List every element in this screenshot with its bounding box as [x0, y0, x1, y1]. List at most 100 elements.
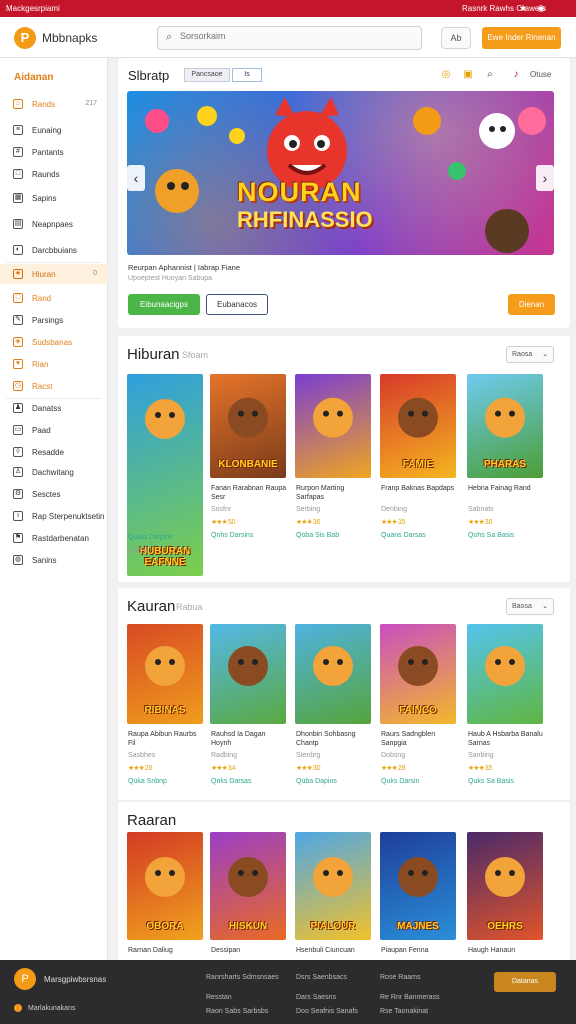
search-icon[interactable]: ⌕	[484, 69, 496, 81]
sidebar-item[interactable]: ▤ Neapnpaes	[0, 214, 108, 234]
footer-link[interactable]: Dars Saesns	[296, 994, 336, 1001]
orange-button[interactable]: Dienan	[508, 294, 555, 315]
sidebar-item[interactable]: ♥ Rian	[0, 354, 108, 374]
footer-link[interactable]: Doo Seafnis Sanafs	[296, 1008, 358, 1015]
card-title: Haugh Hanaun	[468, 947, 516, 954]
card-price: Quba Dapins	[296, 778, 337, 785]
banner-prev-arrow[interactable]: ‹	[127, 165, 145, 191]
header-button[interactable]: Ab	[441, 27, 471, 49]
coin-icon[interactable]: ◎	[440, 69, 452, 81]
game-thumbnail[interactable]: PHARAS	[467, 374, 543, 478]
footer-link[interactable]: Re Rnr Banmerass	[380, 994, 440, 1001]
sidebar-item-label: Darcbbuians	[32, 246, 77, 255]
sidebar-item[interactable]: ⌂ Rands 217	[0, 94, 108, 114]
hero-login-link[interactable]: Otuse	[530, 70, 551, 79]
game-thumbnail[interactable]: RIBINAS	[127, 624, 203, 724]
game-thumbnail[interactable]: HISKUN	[210, 832, 286, 940]
wallet-icon[interactable]: ▣	[462, 69, 474, 81]
thumbnail-title: FAINCO	[399, 705, 437, 716]
sidebar-item[interactable]: ♙ Dachwitang	[0, 462, 108, 482]
secondary-button[interactable]: Eubanacos	[206, 294, 268, 315]
section-dropdown[interactable]: Raosa ⌄	[506, 346, 554, 363]
topbar-links[interactable]: Rasnrk Rawhs Crawers	[462, 4, 546, 13]
section-dropdown[interactable]: Baosa ⌄	[506, 598, 554, 615]
card-title: Fanan Rarabnan Raupa Sesr	[211, 485, 287, 501]
footer-link[interactable]: Ranrsharts Sdmsnsaes	[206, 974, 279, 981]
game-thumbnail[interactable]: MAJNES	[380, 832, 456, 940]
game-thumbnail[interactable]	[295, 374, 371, 478]
thumbnail-title: PIALOUR	[310, 921, 356, 932]
footer-link[interactable]: Rse Taonakinat	[380, 1008, 428, 1015]
header-cta-button[interactable]: Ewe Inder Rinenan	[482, 27, 561, 49]
sidebar-item[interactable]: ≡ Eunaing	[0, 120, 108, 140]
sidebar-item-label: Danatss	[32, 404, 62, 413]
footer-link[interactable]: Raon Sabs Sarbsbs	[206, 1008, 268, 1015]
thumbnail-title: MAJNES	[397, 921, 439, 932]
game-thumbnail[interactable]	[295, 624, 371, 724]
game-thumbnail[interactable]: FAINCO	[380, 624, 456, 724]
card-title: Dessipan	[211, 947, 241, 954]
search-input[interactable]	[180, 31, 410, 41]
sidebar-item[interactable]: ★ Hiuran 0	[0, 264, 108, 284]
banner-subtitle: RHFINASSIO	[237, 207, 373, 232]
sidebar-item[interactable]: ⚑ Rastdarbenatan	[0, 528, 108, 548]
game-thumbnail[interactable]: KLONBANIE	[210, 374, 286, 478]
header: P Mbbnapks ⌕ Ab Ewe Inder Rinenan	[0, 17, 576, 58]
star-icon[interactable]: ★	[518, 3, 528, 13]
globe-icon: ◍	[13, 555, 23, 565]
card-title: Rarnan Daliug	[128, 947, 173, 954]
sidebar-item[interactable]: # Pantants	[0, 142, 108, 162]
sidebar-item[interactable]: i Rap Sterpenuktsetin	[0, 506, 108, 526]
footer-link[interactable]: Dsrs Saenbsacs	[296, 974, 347, 981]
heart-icon: ♥	[13, 359, 23, 369]
hero-tab[interactable]: Pancsaoe	[184, 68, 230, 82]
hero-tab[interactable]: Is	[232, 68, 262, 82]
sidebar-item[interactable]: □ Raunds	[0, 164, 108, 184]
sidebar-item-label: Raunds	[32, 170, 60, 179]
game-thumbnail[interactable]	[467, 624, 543, 724]
sidebar-item-label: Hiuran	[32, 270, 56, 279]
sidebar-item[interactable]: ◊ Resadde	[0, 442, 108, 462]
card-rating: ★★★ 3.5	[468, 765, 492, 772]
card-title: Hsenbuli Ciuncuan	[296, 947, 355, 954]
sidebar: Aidanan ⌂ Rands 217 ≡ Eunaing # Pantants □ Raund…	[0, 58, 108, 960]
card-title: Franp Baknas Bapdaps	[381, 485, 455, 492]
game-thumbnail[interactable]: OBORA	[127, 832, 203, 940]
sidebar-item[interactable]: ◷ Racst	[0, 376, 108, 396]
sidebar-item[interactable]: ✎ Parsings	[0, 310, 108, 330]
sidebar-item[interactable]: □ Rand	[0, 288, 108, 308]
game-thumbnail[interactable]: PIALOUR	[295, 832, 371, 940]
primary-button[interactable]: Eibunaacigps	[128, 294, 200, 315]
game-thumbnail[interactable]: HUBURAN EAFNNE	[127, 374, 203, 576]
sidebar-item[interactable]: ◈ Sudsbanas	[0, 332, 108, 352]
character-illustration	[485, 646, 525, 686]
card-subtitle: Sanbing	[468, 752, 494, 759]
hero-banner[interactable]: ‹ › NOURAN RHFINASSIO	[127, 91, 554, 255]
footer-link[interactable]: Rose Raams	[380, 974, 420, 981]
footer-button[interactable]: Datanas	[494, 972, 556, 992]
bell-icon[interactable]: ♪	[510, 69, 522, 81]
card-title: Rurpon Marting Sarfapas	[296, 485, 345, 501]
sidebar-item[interactable]: ♟ Danatss	[0, 398, 108, 418]
sidebar-item[interactable]: ⚙ Sesctes	[0, 484, 108, 504]
sidebar-item[interactable]: ▭ Paad	[0, 420, 108, 440]
game-thumbnail[interactable]	[210, 624, 286, 724]
grid-icon: ▦	[13, 193, 23, 203]
sidebar-item-label: Parsings	[32, 316, 64, 325]
game-thumbnail[interactable]: FAMIE	[380, 374, 456, 478]
game-thumbnail[interactable]: OEHRS	[467, 832, 543, 940]
logo-icon[interactable]: P	[14, 27, 36, 49]
card-price: Quks Sa Basis	[468, 778, 514, 785]
brand-name[interactable]: Mbbnapks	[42, 31, 97, 45]
search-box[interactable]: ⌕	[157, 26, 422, 50]
card-title: Raurs Sadngblen Sanpgia	[381, 731, 436, 747]
sidebar-item[interactable]: ◐ Darcbbuians	[0, 240, 108, 260]
sidebar-item[interactable]: ◍ Sanins	[0, 550, 108, 570]
section-subtitle: Sfoam	[182, 350, 209, 360]
footer-link[interactable]: Resstan	[206, 994, 232, 1001]
sidebar-item[interactable]: ▦ Sapins	[0, 188, 108, 208]
card-subtitle: Stenbrg	[296, 752, 321, 759]
globe-icon[interactable]: ◉	[536, 3, 546, 13]
chevron-down-icon: ⌄	[542, 351, 548, 358]
banner-next-arrow[interactable]: ›	[536, 165, 554, 191]
